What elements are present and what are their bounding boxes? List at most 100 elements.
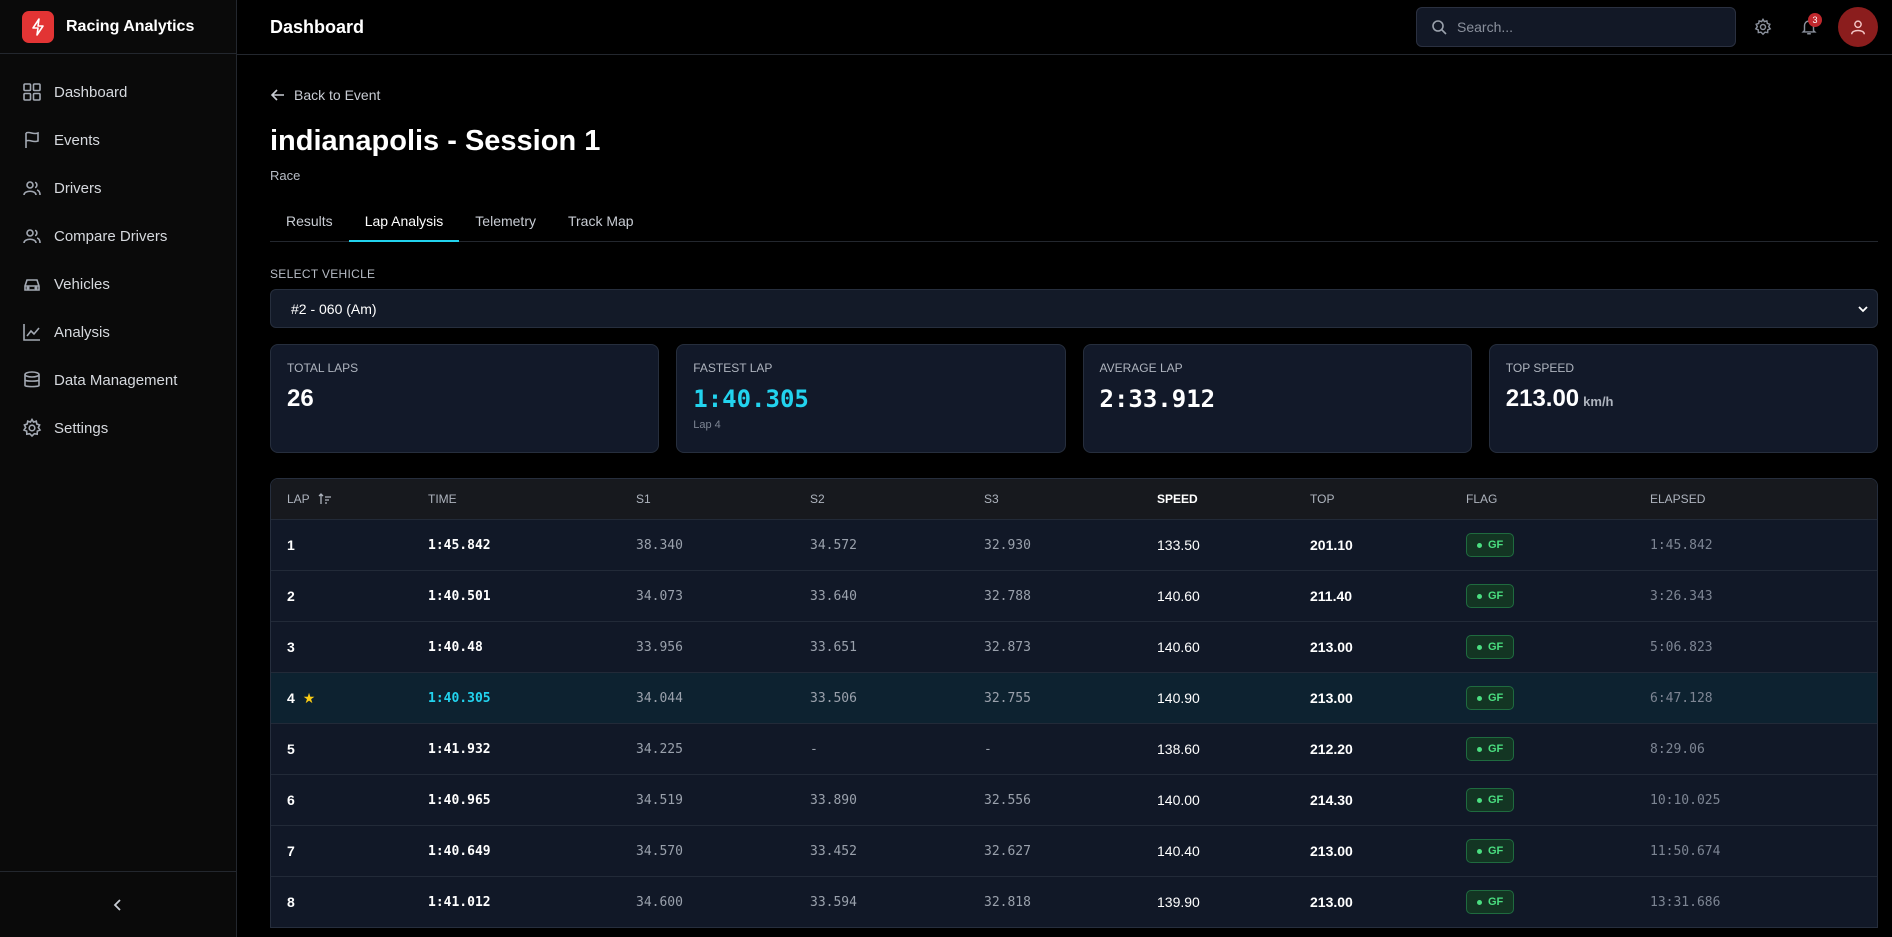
flag-dot-icon (1477, 848, 1482, 854)
search-input[interactable] (1457, 19, 1717, 35)
vehicle-select[interactable]: #2 - 060 (Am) (270, 289, 1878, 328)
cell-s3: 32.755 (984, 690, 1031, 706)
column-header-s1[interactable]: S1 (636, 492, 810, 506)
cell-lap: 7 (271, 843, 428, 859)
cell-flag: GF (1466, 635, 1650, 659)
cell-elapsed: 6:47.128 (1650, 690, 1713, 706)
sidebar-item-label: Dashboard (54, 83, 128, 101)
column-header-top[interactable]: TOP (1310, 492, 1466, 506)
cell-s3: 32.627 (984, 843, 1031, 859)
flag-badge: GF (1466, 635, 1515, 659)
table-row[interactable]: 1 1:45.842 38.340 34.572 32.930 133.50 201.10 G… (271, 519, 1877, 570)
search-icon (1432, 20, 1447, 35)
cell-flag: GF (1466, 533, 1650, 557)
cell-s1: 34.073 (636, 588, 683, 604)
page-header-title: Dashboard (270, 16, 365, 37)
brand[interactable]: Racing Analytics (0, 0, 236, 54)
flag-label: GF (1488, 845, 1504, 857)
cell-elapsed: 10:10.025 (1650, 792, 1721, 808)
total-laps-card: TOTAL LAPS 26 (270, 344, 660, 453)
cell-lap: 4 ★ (271, 690, 428, 707)
cell-time: 1:40.649 (428, 843, 491, 859)
cell-time: 1:40.501 (428, 588, 491, 604)
flag-dot-icon (1477, 593, 1482, 599)
card-unit: km/h (1583, 394, 1614, 409)
cell-speed: 140.60 (1157, 639, 1200, 655)
column-header-s2[interactable]: S2 (810, 492, 984, 506)
laps-table: LAP TIME S1 S2 S3 SPEED TOP FLAG ELAPSED… (270, 478, 1878, 928)
flag-label: GF (1488, 692, 1504, 704)
sidebar-item-vehicles[interactable]: Vehicles (0, 260, 236, 308)
collapse-sidebar-button[interactable] (0, 871, 236, 937)
table-row[interactable]: 7 1:40.649 34.570 33.452 32.627 140.40 213.00 G… (271, 825, 1877, 876)
back-link[interactable]: Back to Event (270, 87, 1878, 103)
cell-lap: 8 (271, 894, 428, 910)
lap-number: 1 (287, 537, 295, 553)
cell-top: 213.00 (1310, 843, 1353, 859)
chevron-left-icon (113, 898, 121, 911)
cell-top: 213.00 (1310, 894, 1353, 910)
sidebar-item-label: Analysis (54, 323, 110, 341)
settings-button[interactable] (1744, 8, 1782, 46)
cell-lap: 1 (271, 537, 428, 553)
cell-s3: 32.788 (984, 588, 1031, 604)
card-label: TOTAL LAPS (287, 361, 359, 375)
lap-number: 5 (287, 741, 295, 757)
cell-top: 211.40 (1310, 588, 1353, 604)
stats-cards: TOTAL LAPS 26 FASTEST LAP 1:40.305 Lap 4… (270, 344, 1878, 453)
cell-top: 213.00 (1310, 639, 1353, 655)
table-row[interactable]: 4 ★ 1:40.305 34.044 33.506 32.755 140.90 213.00… (271, 672, 1877, 723)
cell-top: 201.10 (1310, 537, 1353, 553)
sidebar-item-analysis[interactable]: Analysis (0, 308, 236, 356)
tab-results[interactable]: Results (270, 209, 349, 242)
chevron-down-icon (1858, 305, 1868, 312)
cell-speed: 133.50 (1157, 537, 1200, 553)
column-header-flag[interactable]: FLAG (1466, 492, 1650, 506)
lap-number: 6 (287, 792, 295, 808)
table-row[interactable]: 8 1:41.012 34.600 33.594 32.818 139.90 213.00 G… (271, 876, 1877, 927)
table-row[interactable]: 6 1:40.965 34.519 33.890 32.556 140.00 214.30 G… (271, 774, 1877, 825)
lap-number: 4 (287, 690, 295, 706)
cell-flag: GF (1466, 584, 1650, 608)
cell-elapsed: 5:06.823 (1650, 639, 1713, 655)
cell-elapsed: 11:50.674 (1650, 843, 1721, 859)
sidebar-item-data-management[interactable]: Data Management (0, 356, 236, 404)
table-row[interactable]: 5 1:41.932 34.225 - - 138.60 212.20 GF 8:29.06 (271, 723, 1877, 774)
cell-lap: 3 (271, 639, 428, 655)
tab-track-map[interactable]: Track Map (552, 209, 650, 242)
lap-number: 2 (287, 588, 295, 604)
column-header-s3[interactable]: S3 (984, 492, 1157, 506)
notifications-button[interactable]: 3 (1790, 8, 1828, 46)
cell-time: 1:40.305 (428, 690, 491, 706)
page-subtitle: Race (270, 168, 301, 183)
sidebar-item-label: Drivers (54, 179, 102, 197)
sidebar-item-dashboard[interactable]: Dashboard (0, 68, 236, 116)
flag-badge: GF (1466, 890, 1515, 914)
sidebar-item-settings[interactable]: Settings (0, 404, 236, 452)
cell-flag: GF (1466, 737, 1650, 761)
sidebar-item-events[interactable]: Events (0, 116, 236, 164)
sidebar-item-label: Data Management (54, 371, 178, 389)
column-header-lap[interactable]: LAP (271, 492, 428, 506)
cell-top: 213.00 (1310, 690, 1353, 706)
tab-lap-analysis[interactable]: Lap Analysis (348, 209, 460, 242)
search-box[interactable] (1416, 7, 1736, 47)
flag-dot-icon (1477, 644, 1482, 650)
table-row[interactable]: 3 1:40.48 33.956 33.651 32.873 140.60 213.00 GF… (271, 621, 1877, 672)
tab-telemetry[interactable]: Telemetry (459, 209, 552, 242)
sidebar-item-drivers[interactable]: Drivers (0, 164, 236, 212)
cell-time: 1:41.012 (428, 894, 491, 910)
table-row[interactable]: 2 1:40.501 34.073 33.640 32.788 140.60 211.40 G… (271, 570, 1877, 621)
avatar[interactable] (1838, 7, 1878, 47)
cell-speed: 140.40 (1157, 843, 1200, 859)
column-header-elapsed[interactable]: ELAPSED (1650, 492, 1877, 506)
cell-s2: 33.640 (810, 588, 857, 604)
brand-name: Racing Analytics (66, 17, 195, 35)
column-header-time[interactable]: TIME (428, 492, 636, 506)
cell-s1: 33.956 (636, 639, 683, 655)
sidebar-item-compare-drivers[interactable]: Compare Drivers (0, 212, 236, 260)
tab-bar: Results Lap Analysis Telemetry Track Map (270, 209, 1878, 242)
column-header-speed[interactable]: SPEED (1157, 492, 1310, 506)
card-label: FASTEST LAP (693, 361, 773, 375)
select-vehicle-label: SELECT VEHICLE (270, 267, 376, 281)
